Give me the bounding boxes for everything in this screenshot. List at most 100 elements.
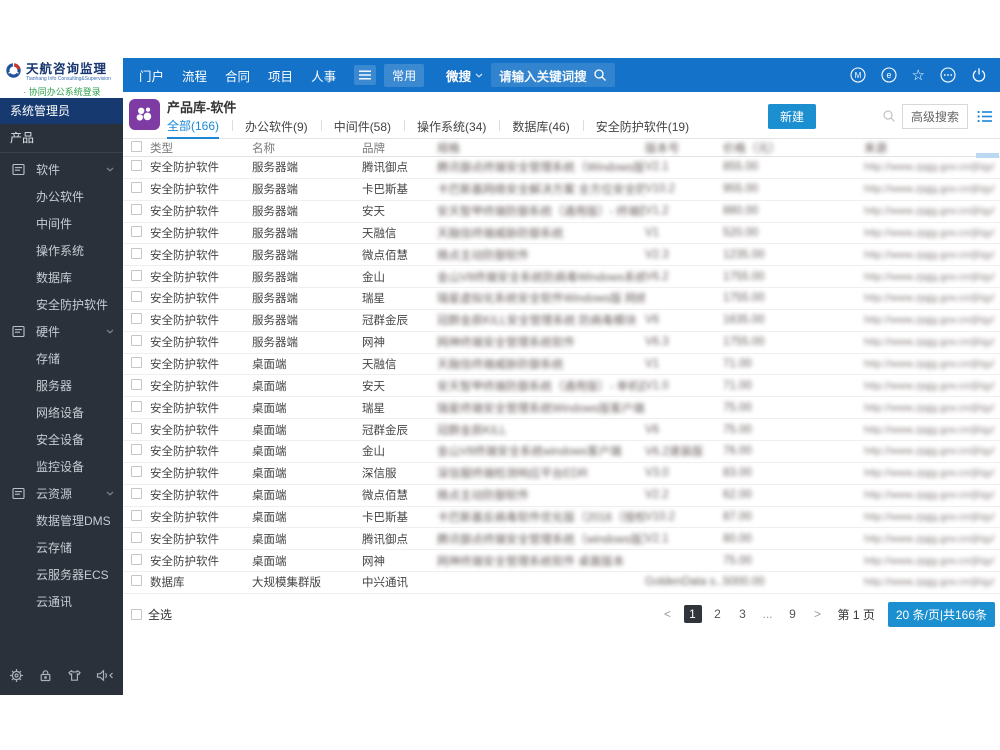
row-checkbox[interactable] <box>131 444 142 456</box>
sidebar-item[interactable]: 云存储 <box>0 534 123 561</box>
sidebar-item[interactable]: 网络设备 <box>0 399 123 426</box>
sidebar-item[interactable]: 安全设备 <box>0 426 123 453</box>
column-header-price[interactable]: 价格（元） <box>723 140 864 156</box>
sidebar-item[interactable]: 办公软件 <box>0 183 123 210</box>
table-row[interactable]: 安全防护软件 桌面端 深信服 深信服终端检测响应平台EDR V3.0 83.00… <box>123 463 1000 485</box>
row-checkbox[interactable] <box>131 225 142 237</box>
page-button[interactable]: 3 <box>734 605 752 623</box>
sidebar-item[interactable]: 操作系统 <box>0 237 123 264</box>
page-button[interactable]: 1 <box>683 605 702 624</box>
table-row[interactable]: 安全防护软件 服务器端 天融信 天融信终端威胁防御系统 V1 520.00 ht… <box>123 223 1000 245</box>
table-row[interactable]: 安全防护软件 服务器端 腾讯御点 腾讯御点终端安全管理系统（Windows版） … <box>123 157 1000 179</box>
topnav-item[interactable]: 合同 <box>225 66 250 85</box>
page-button[interactable]: > <box>809 605 827 623</box>
search-icon[interactable] <box>882 109 896 123</box>
row-checkbox[interactable] <box>131 488 142 500</box>
sidebar-item[interactable]: 服务器 <box>0 372 123 399</box>
row-checkbox[interactable] <box>131 531 142 543</box>
advanced-search-button[interactable]: 高级搜索 <box>901 103 968 129</box>
m-badge-icon[interactable]: M <box>849 67 866 83</box>
page-button[interactable]: ... <box>759 605 777 623</box>
row-checkbox[interactable] <box>131 357 142 369</box>
row-checkbox[interactable] <box>131 400 142 412</box>
topnav-item[interactable]: 人事 <box>311 66 336 85</box>
row-checkbox[interactable] <box>131 466 142 478</box>
lock-icon[interactable] <box>38 668 53 683</box>
sidebar-item[interactable]: 安全防护软件 <box>0 291 123 318</box>
per-page-badge[interactable]: 20 条/页|共166条 <box>887 601 995 627</box>
row-checkbox[interactable] <box>131 204 142 216</box>
column-header-name[interactable]: 名称 <box>252 140 362 156</box>
apps-menu-button[interactable] <box>354 65 377 85</box>
column-header-type[interactable]: 类型 <box>150 140 252 156</box>
list-view-icon[interactable] <box>977 110 992 123</box>
category-tab[interactable]: 办公软件(9) <box>232 118 308 138</box>
row-checkbox[interactable] <box>131 509 142 521</box>
sidebar-item[interactable]: 存储 <box>0 345 123 372</box>
select-all-control[interactable]: 全选 <box>131 606 172 623</box>
sidebar-item[interactable]: 硬件 <box>0 318 123 345</box>
wesearch-dropdown[interactable]: 微搜 <box>446 66 483 85</box>
favorite-star-icon[interactable]: ☆ <box>912 68 925 83</box>
category-tab[interactable]: 数据库(46) <box>499 118 570 138</box>
row-checkbox[interactable] <box>131 575 142 587</box>
quick-search-input[interactable] <box>826 106 882 126</box>
e-badge-icon[interactable]: e <box>880 67 897 83</box>
row-checkbox[interactable] <box>131 313 142 325</box>
sidebar-section-product[interactable]: 产品 <box>0 124 123 153</box>
category-tab[interactable]: 全部(166) <box>167 117 220 139</box>
row-checkbox[interactable] <box>131 553 142 565</box>
sidebar-item[interactable]: 数据库 <box>0 264 123 291</box>
column-header-version[interactable]: 版本号 <box>645 140 723 156</box>
table-row[interactable]: 安全防护软件 桌面端 冠群金辰 冠群金辰KILL V6 75.00 http:/… <box>123 419 1000 441</box>
table-row[interactable]: 安全防护软件 桌面端 金山 金山V8终端安全系统windows客户端 V6.2速… <box>123 441 1000 463</box>
table-row[interactable]: 安全防护软件 桌面端 卡巴斯基 卡巴斯基反病毒软件优化版（2016（授权）+01… <box>123 507 1000 529</box>
sidebar-item[interactable]: 软件 <box>0 156 123 183</box>
table-row[interactable]: 安全防护软件 桌面端 安天 安天智甲终端防御系统（通用版）- 单机版本 V1.0… <box>123 375 1000 398</box>
page-button[interactable]: 9 <box>784 605 802 623</box>
select-all-checkbox[interactable] <box>131 608 142 620</box>
table-row[interactable]: 安全防护软件 桌面端 天融信 天融信终端威胁防御系统 V1 71.00 http… <box>123 354 1000 376</box>
sidebar-item[interactable]: 云通讯 <box>0 588 123 615</box>
category-tab[interactable]: 安全防护软件(19) <box>582 118 689 138</box>
table-row[interactable]: 安全防护软件 服务器端 网神 网神终端安全管理系统软件 V6.3 1755.00… <box>123 332 1000 354</box>
topnav-item-common[interactable]: 常用 <box>384 63 425 87</box>
global-search-input[interactable]: 请输入关键词搜 <box>491 63 615 87</box>
theme-tshirt-icon[interactable] <box>67 668 82 683</box>
new-button[interactable]: 新建 <box>767 103 816 129</box>
page-button[interactable]: 2 <box>709 605 727 623</box>
table-row[interactable]: 安全防护软件 服务器端 金山 金山V8终端安全系统防病毒Windows系统版本 … <box>123 266 1000 289</box>
row-checkbox[interactable] <box>131 378 142 390</box>
row-checkbox[interactable] <box>131 247 142 259</box>
more-options-icon[interactable] <box>940 67 956 83</box>
table-row[interactable]: 安全防护软件 桌面端 腾讯御点 腾讯御点终端安全管理系统（windows版）V2… <box>123 528 1000 551</box>
table-row[interactable]: 安全防护软件 桌面端 网神 网神终端安全管理系统软件 桌面版本 75.00 ht… <box>123 550 1000 573</box>
table-row[interactable]: 安全防护软件 桌面端 瑞星 瑞星终端安全管理系统Windows版客户端 75.0… <box>123 397 1000 420</box>
table-row[interactable]: 安全防护软件 服务器端 冠群金辰 冠群金辰KILL安全管理系统 防病毒模块 V6… <box>123 310 1000 332</box>
sidebar-item[interactable]: 数据管理DMS <box>0 507 123 534</box>
table-row[interactable]: 安全防护软件 桌面端 微点佰慧 微点主动防御软件 V2.2 62.00 http… <box>123 485 1000 507</box>
column-header-spec[interactable]: 规格 <box>437 140 645 156</box>
sidebar-item[interactable]: 云资源 <box>0 480 123 507</box>
row-checkbox[interactable] <box>131 291 142 303</box>
topnav-item[interactable]: 门户 <box>139 66 164 85</box>
settings-gear-icon[interactable] <box>9 668 24 683</box>
header-select-checkbox[interactable] <box>131 140 142 152</box>
category-tab[interactable]: 中间件(58) <box>320 118 391 138</box>
page-button[interactable]: < <box>659 605 677 623</box>
row-checkbox[interactable] <box>131 160 142 172</box>
table-row[interactable]: 安全防护软件 服务器端 瑞星 瑞星虚拟化系统安全软件Windows版 网络版本 … <box>123 288 1000 310</box>
row-checkbox[interactable] <box>131 335 142 347</box>
table-row[interactable]: 数据库 大规模集群版 中兴通讯 GoldenData s... 5000.00 … <box>123 572 1000 594</box>
scrollbar-thumb[interactable] <box>976 153 999 158</box>
category-tab[interactable]: 操作系统(34) <box>403 118 486 138</box>
row-checkbox[interactable] <box>131 269 142 281</box>
table-row[interactable]: 安全防护软件 服务器端 卡巴斯基 卡巴斯基网络安全解决方案 全方位安全防护(KE… <box>123 179 1000 201</box>
speaker-volume-icon[interactable] <box>96 668 114 683</box>
column-header-brand[interactable]: 品牌 <box>362 140 437 156</box>
sidebar-item[interactable]: 云服务器ECS <box>0 561 123 588</box>
row-checkbox[interactable] <box>131 182 142 194</box>
sidebar-item[interactable]: 监控设备 <box>0 453 123 480</box>
power-logout-icon[interactable] <box>971 67 987 83</box>
system-login-label[interactable]: · 协同办公系统登录 <box>5 85 119 98</box>
